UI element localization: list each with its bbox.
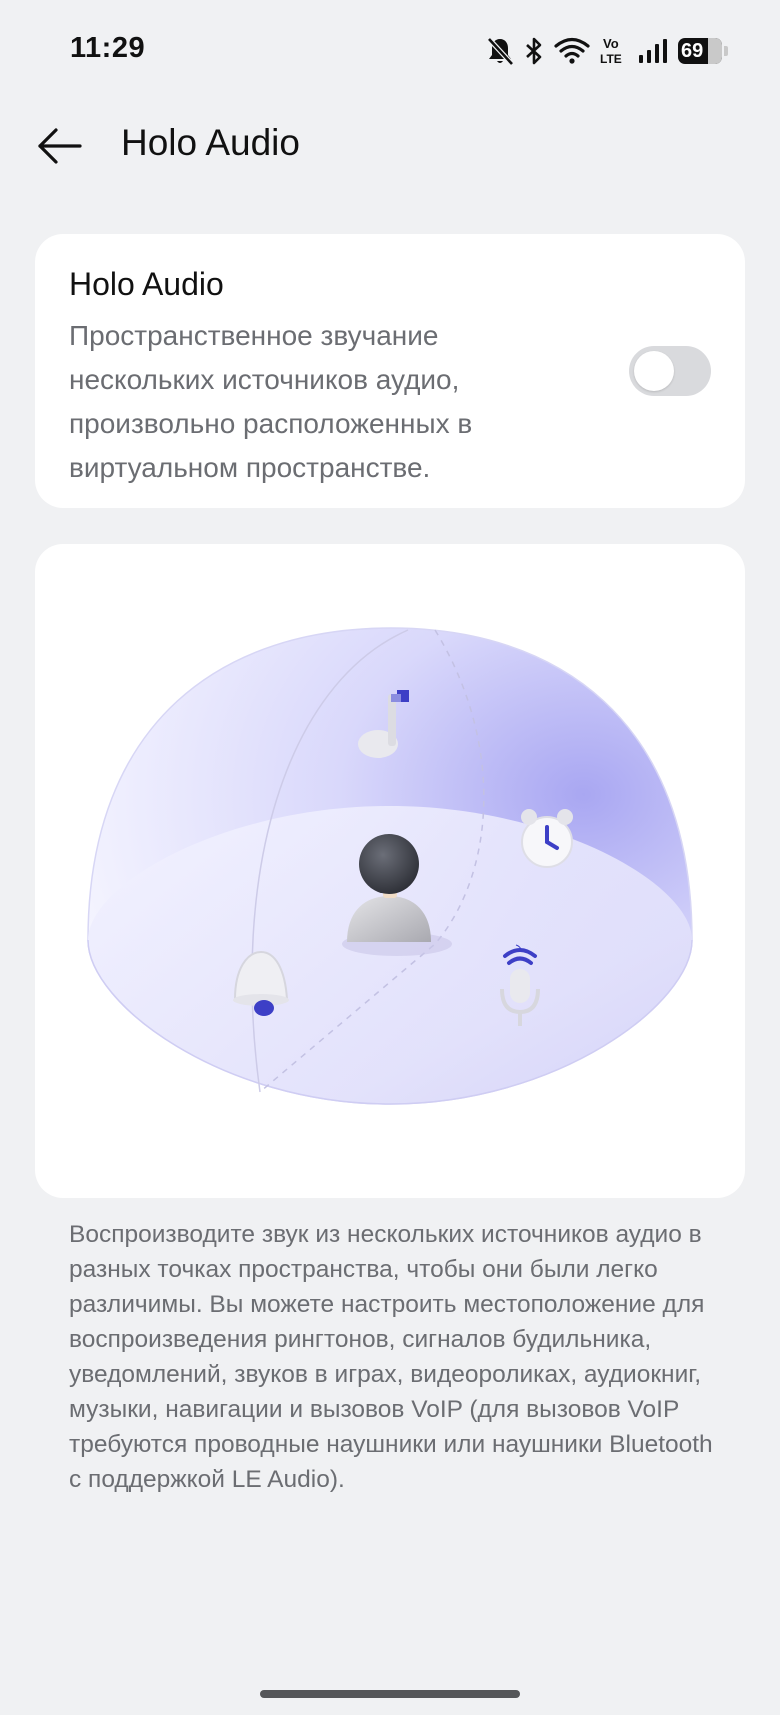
- volte-bottom: LTE: [600, 52, 622, 66]
- status-bar: 11:29 Vo LTE 69: [0, 0, 780, 100]
- signal-icon: [638, 38, 668, 64]
- bluetooth-icon: [524, 36, 544, 66]
- wifi-icon: [554, 37, 590, 65]
- holo-audio-toggle[interactable]: [629, 346, 711, 396]
- status-time: 11:29: [70, 32, 146, 64]
- volte-icon: Vo LTE: [600, 36, 628, 66]
- page-title: Holo Audio: [121, 122, 300, 163]
- setting-description: Пространственное звучание нескольких ист…: [69, 320, 473, 483]
- home-indicator[interactable]: [260, 1690, 520, 1698]
- spatial-audio-illustration: [87, 627, 693, 1105]
- back-button[interactable]: [30, 118, 90, 178]
- battery-level: 69: [681, 40, 704, 62]
- bell-off-icon: [486, 36, 514, 66]
- volte-top: Vo: [603, 36, 619, 51]
- app-header: Holo Audio: [0, 110, 780, 180]
- toggle-knob: [634, 351, 674, 391]
- holo-audio-setting-card[interactable]: Holo Audio Пространственное звучание нес…: [35, 234, 745, 508]
- illustration-card: [35, 544, 745, 1198]
- battery-icon: 69: [678, 38, 728, 64]
- alarm-clock-icon: [521, 809, 573, 868]
- status-icons: Vo LTE 69: [486, 34, 728, 68]
- setting-title: Holo Audio: [69, 266, 224, 302]
- arrow-left-icon: [36, 126, 84, 171]
- feature-description: Воспроизводите звук из нескольких источн…: [69, 1221, 713, 1493]
